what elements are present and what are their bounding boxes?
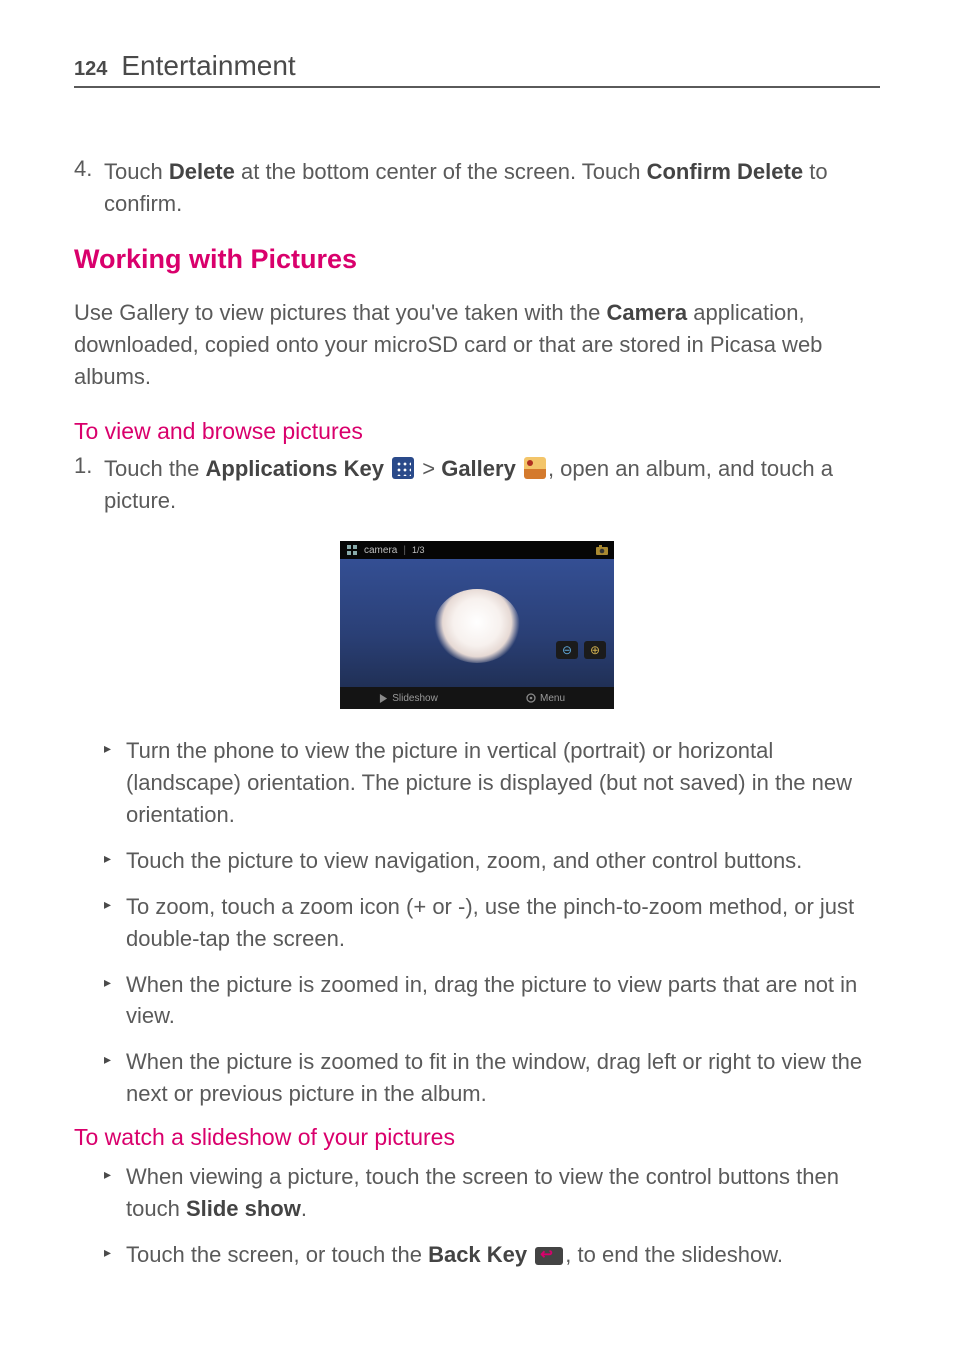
bullet-list-b: ▸ When viewing a picture, touch the scre… [104,1161,880,1271]
menu-button[interactable]: Menu [477,687,614,709]
zoom-controls: ⊖ ⊕ [556,641,606,659]
slide-show-label: Slide show [186,1196,301,1221]
bullet-text: When the picture is zoomed to fit in the… [126,1046,880,1110]
list-item: ▸ Touch the screen, or touch the Back Ke… [104,1239,880,1271]
gallery-screenshot: camera | 1/3 ⊖ ⊕ Slideshow [340,541,614,709]
bullet-marker: ▸ [104,845,126,877]
photo-counter: 1/3 [412,545,425,555]
bullet-text: To zoom, touch a zoom icon (+ or -), use… [126,891,880,955]
bullet-text: Touch the picture to view navigation, zo… [126,845,880,877]
bullet-text: Touch the screen, or touch the Back Key … [126,1239,880,1271]
list-item: ▸ Touch the picture to view navigation, … [104,845,880,877]
text-run: Touch the [104,456,206,481]
intro-paragraph: Use Gallery to view pictures that you've… [74,297,880,393]
subheading-view-browse: To view and browse pictures [74,418,880,445]
delete-label: Delete [169,159,235,184]
bullet-text: Turn the phone to view the picture in ve… [126,735,880,831]
bullet-marker: ▸ [104,1161,126,1225]
text-run: , to end the slideshow. [565,1242,783,1267]
bullet-marker: ▸ [104,1239,126,1271]
bullet-marker: ▸ [104,969,126,1033]
text-run: Touch [104,159,169,184]
bullet-marker: ▸ [104,735,126,831]
page: 124 Entertainment 4. Touch Delete at the… [0,0,954,1372]
step-4: 4. Touch Delete at the bottom center of … [74,156,880,220]
applications-key-label: Applications Key [206,456,384,481]
gallery-icon [524,457,546,479]
section-heading: Working with Pictures [74,244,880,275]
text-run: > [416,456,441,481]
separator: | [403,545,406,556]
list-marker: 1. [74,453,104,517]
back-key-label: Back Key [428,1242,527,1267]
menu-label: Menu [540,693,565,704]
confirm-delete-label: Confirm Delete [647,159,803,184]
camera-icon[interactable] [596,544,608,556]
list-item: ▸ To zoom, touch a zoom icon (+ or -), u… [104,891,880,955]
album-title: camera [364,545,397,556]
bullet-text: When the picture is zoomed in, drag the … [126,969,880,1033]
list-item: ▸ Turn the phone to view the picture in … [104,735,880,831]
page-title: Entertainment [121,50,295,82]
text-run: . [301,1196,307,1221]
grid-icon[interactable] [346,544,358,556]
photo-viewport[interactable]: ⊖ ⊕ [340,559,614,687]
zoom-in-button[interactable]: ⊕ [584,641,606,659]
zoom-out-button[interactable]: ⊖ [556,641,578,659]
list-item: ▸ When the picture is zoomed in, drag th… [104,969,880,1033]
slideshow-label: Slideshow [392,693,438,704]
slideshow-button[interactable]: Slideshow [340,687,477,709]
screenshot-topbar: camera | 1/3 [340,541,614,559]
page-number: 124 [74,58,107,81]
bullet-text: When viewing a picture, touch the screen… [126,1161,880,1225]
screenshot-container: camera | 1/3 ⊖ ⊕ Slideshow [74,541,880,709]
back-key-icon [535,1247,563,1265]
bullet-list-a: ▸ Turn the phone to view the picture in … [104,735,880,1110]
text-run: Use Gallery to view pictures that you've… [74,300,606,325]
camera-app-label: Camera [606,300,687,325]
text-run: Touch the screen, or touch the [126,1242,428,1267]
text-run: at the bottom center of the screen. Touc… [235,159,647,184]
step-4-text: Touch Delete at the bottom center of the… [104,156,880,220]
screenshot-bottombar: Slideshow Menu [340,687,614,709]
step-1: 1. Touch the Applications Key > Gallery … [74,453,880,517]
gallery-label: Gallery [441,456,516,481]
step-1-text: Touch the Applications Key > Gallery , o… [104,453,880,517]
play-icon [379,694,388,703]
bullet-marker: ▸ [104,891,126,955]
list-marker: 4. [74,156,104,220]
menu-icon [526,693,536,703]
list-item: ▸ When viewing a picture, touch the scre… [104,1161,880,1225]
page-header: 124 Entertainment [74,50,880,88]
list-item: ▸ When the picture is zoomed to fit in t… [104,1046,880,1110]
subheading-slideshow: To watch a slideshow of your pictures [74,1124,880,1151]
applications-key-icon [392,457,414,479]
bullet-marker: ▸ [104,1046,126,1110]
photo-subject [434,589,520,663]
